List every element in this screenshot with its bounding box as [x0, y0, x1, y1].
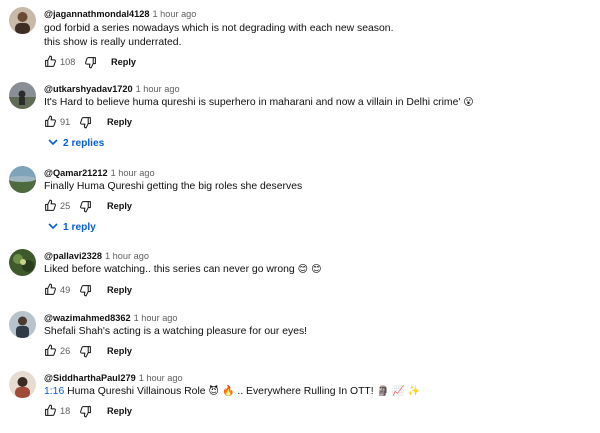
avatar[interactable] — [9, 82, 36, 109]
comment-header: @wazimahmed8362 1 hour ago — [44, 312, 178, 324]
comment-author[interactable]: @wazimahmed8362 — [44, 313, 131, 323]
replies-count: 1 reply — [63, 222, 96, 233]
comment-text-body-2: .. Everywhere Rulling In OTT! — [237, 386, 374, 397]
like-count: 18 — [60, 406, 71, 416]
comment-author[interactable]: @jagannathmondal4128 — [44, 9, 149, 19]
comment-text: 1:16 Huma Qureshi Villainous Role 😈 🔥 ..… — [44, 385, 420, 399]
timestamp-link[interactable]: 1:16 — [44, 386, 64, 397]
comment-text-body: It's Hard to believe huma qureshi is sup… — [44, 97, 461, 108]
comment-time[interactable]: 1 hour ago — [136, 84, 180, 94]
thumb-up-icon[interactable] — [44, 115, 57, 128]
comment-time[interactable]: 1 hour ago — [152, 9, 196, 19]
thumb-up-icon[interactable] — [44, 344, 57, 357]
like-count: 26 — [60, 346, 71, 356]
avatar[interactable] — [9, 249, 36, 276]
comment-header: @Qamar21212 1 hour ago — [44, 167, 155, 179]
view-replies-button[interactable]: 2 replies — [48, 138, 104, 149]
comment-author[interactable]: @utkarshyadav1720 — [44, 84, 133, 94]
comment-header: @pallavi2328 1 hour ago — [44, 250, 149, 262]
view-replies-button[interactable]: 1 reply — [48, 222, 96, 233]
comment-text: It's Hard to believe huma qureshi is sup… — [44, 96, 474, 110]
thumb-down-icon[interactable] — [79, 345, 92, 358]
comment-time[interactable]: 1 hour ago — [139, 373, 183, 383]
comment-author[interactable]: @pallavi2328 — [44, 251, 102, 261]
replies-count: 2 replies — [63, 138, 105, 149]
avatar[interactable] — [9, 166, 36, 193]
reply-button[interactable]: Reply — [107, 285, 132, 295]
comment-header: @utkarshyadav1720 1 hour ago — [44, 83, 180, 95]
comment-author[interactable]: @SiddharthaPaul279 — [44, 373, 136, 383]
comment-header: @SiddharthaPaul279 1 hour ago — [44, 372, 183, 384]
reply-button[interactable]: Reply — [107, 201, 132, 211]
thumb-down-icon[interactable] — [79, 116, 92, 129]
thumb-down-icon[interactable] — [79, 405, 92, 418]
surprised-emoji: 😮 — [463, 97, 474, 108]
comment-author[interactable]: @Qamar21212 — [44, 168, 108, 178]
thumb-up-icon[interactable] — [44, 283, 57, 296]
thumb-up-icon[interactable] — [44, 199, 57, 212]
comment-time[interactable]: 1 hour ago — [105, 251, 149, 261]
reply-button[interactable]: Reply — [107, 346, 132, 356]
like-count: 25 — [60, 201, 71, 211]
comment-text: Shefali Shah's acting is a watching plea… — [44, 326, 308, 337]
like-count: 91 — [60, 117, 71, 127]
chevron-down-icon — [48, 139, 58, 146]
comment-header: @jagannathmondal4128 1 hour ago — [44, 8, 196, 20]
reply-button[interactable]: Reply — [111, 57, 136, 67]
like-count: 49 — [60, 285, 71, 295]
avatar[interactable] — [9, 7, 36, 34]
smile-emoji: 😊 😊 — [297, 264, 322, 275]
thumb-down-icon[interactable] — [79, 284, 92, 297]
comment-time[interactable]: 1 hour ago — [111, 168, 155, 178]
thumb-down-icon[interactable] — [79, 200, 92, 213]
devil-fire-emoji: 😈 🔥 — [208, 386, 235, 397]
comment-text-line: this show is really underrated. — [44, 37, 182, 48]
like-count: 108 — [60, 57, 76, 67]
comment-time[interactable]: 1 hour ago — [134, 313, 178, 323]
reply-button[interactable]: Reply — [107, 406, 132, 416]
moai-chart-sparkles-emoji: 🗿 📈 ✨ — [376, 386, 421, 397]
thumb-up-icon[interactable] — [44, 55, 57, 68]
comment-text-body: Huma Qureshi Villainous Role — [67, 386, 206, 397]
reply-button[interactable]: Reply — [107, 117, 132, 127]
chevron-down-icon — [48, 223, 58, 230]
comment-text: Liked before watching.. this series can … — [44, 263, 322, 277]
avatar[interactable] — [9, 311, 36, 338]
avatar[interactable] — [9, 371, 36, 398]
comment-text-line: god forbid a series nowadays which is no… — [44, 23, 394, 34]
comment-text: Finally Huma Qureshi getting the big rol… — [44, 181, 303, 192]
thumb-down-icon[interactable] — [84, 56, 97, 69]
comment-text-body: Liked before watching.. this series can … — [44, 264, 295, 275]
thumb-up-icon[interactable] — [44, 404, 57, 417]
